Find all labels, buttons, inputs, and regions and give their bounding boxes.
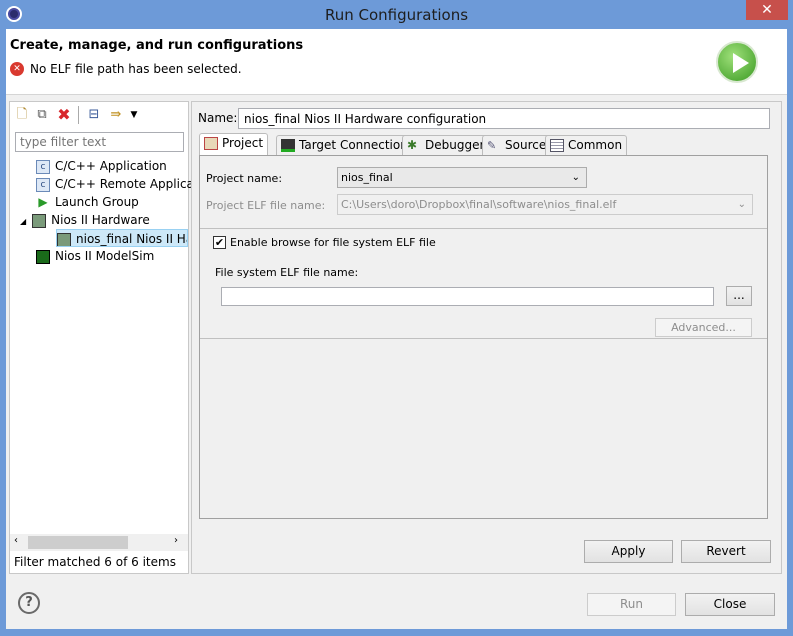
tab-label: Source: [505, 138, 547, 152]
help-icon[interactable]: ?: [18, 592, 40, 614]
advanced-button: Advanced...: [655, 318, 752, 337]
tree-item-label: nios_final Nios II Har: [76, 232, 188, 246]
tab-label: Target Connection: [299, 138, 408, 152]
run-logo-icon: [716, 41, 758, 83]
collapse-all-icon[interactable]: ⊟: [86, 107, 102, 123]
tab-target-connection[interactable]: Target Connection: [276, 135, 413, 155]
run-button: Run: [587, 593, 676, 616]
new-config-icon[interactable]: 🗋: [14, 107, 30, 123]
dialog-body: Create, manage, and run configurations ✕…: [6, 29, 787, 629]
horizontal-scrollbar[interactable]: ‹ ›: [10, 534, 188, 551]
window-close-button[interactable]: ✕: [746, 0, 788, 20]
project-name-select[interactable]: nios_final ⌄: [337, 167, 587, 188]
tab-source[interactable]: ✎ Source: [482, 135, 552, 155]
tree-item[interactable]: c C/C++ Application: [36, 157, 167, 175]
c-app-icon: c: [36, 177, 50, 192]
close-button[interactable]: Close: [685, 593, 775, 616]
tab-project[interactable]: Project: [199, 133, 269, 156]
project-name-label: Project name:: [206, 172, 283, 185]
tree-item[interactable]: c C/C++ Remote Applicat: [36, 175, 199, 193]
tree-item-label: Nios II Hardware: [51, 213, 150, 227]
toolbar-divider: [78, 106, 79, 124]
common-icon: [550, 139, 564, 152]
elf-file-select: C:\Users\doro\Dropbox\final\software\nio…: [337, 194, 753, 215]
modelsim-icon: [36, 249, 50, 264]
tree-item-selected[interactable]: nios_final Nios II Har: [56, 229, 188, 247]
target-connection-icon: [281, 139, 295, 152]
chevron-down-icon: ⌄: [737, 199, 746, 210]
tree-item-label: Launch Group: [55, 195, 139, 209]
selected-value: C:\Users\doro\Dropbox\final\software\nio…: [341, 198, 617, 211]
source-icon: ✎: [487, 139, 497, 152]
error-icon: ✕: [10, 62, 24, 76]
tab-label: Debugger: [425, 138, 485, 152]
error-message: No ELF file path has been selected.: [30, 62, 242, 76]
name-label: Name:: [198, 111, 238, 125]
project-icon: [204, 137, 218, 150]
chevron-down-icon: ⌄: [571, 172, 580, 183]
tab-label: Project: [222, 136, 264, 150]
tree-item[interactable]: Nios II ModelSim: [36, 247, 154, 265]
expand-arrow-icon[interactable]: ◢: [20, 217, 26, 226]
filter-icon[interactable]: ⇛: [108, 107, 124, 123]
duplicate-icon[interactable]: ⧉: [34, 107, 50, 123]
selected-value: nios_final: [341, 171, 393, 184]
tree-item-label: C/C++ Application: [55, 159, 167, 173]
scroll-right-icon[interactable]: ›: [174, 535, 178, 546]
tree-item-label: C/C++ Remote Applicat: [55, 177, 199, 191]
c-app-icon: c: [36, 159, 50, 174]
scroll-thumb[interactable]: [28, 536, 128, 549]
apply-button[interactable]: Apply: [584, 540, 673, 563]
launch-group-icon: ▶: [38, 194, 48, 209]
name-input[interactable]: [238, 108, 770, 129]
tree-item-label: Nios II ModelSim: [55, 249, 155, 263]
project-tab-panel: Project name: nios_final ⌄ Project ELF fi…: [199, 155, 768, 519]
dropdown-icon[interactable]: ▼: [126, 107, 142, 123]
header-title: Create, manage, and run configurations: [10, 38, 304, 53]
browse-checkbox-label: Enable browse for file system ELF file: [230, 236, 436, 249]
scroll-left-icon[interactable]: ‹: [14, 535, 18, 546]
browse-button[interactable]: ...: [726, 286, 752, 306]
config-tree-panel: 🗋 ⧉ ✖ ⊟ ⇛ ▼ c C/C++ Application c C/C++ Re…: [9, 101, 199, 574]
tab-common[interactable]: Common: [545, 135, 628, 155]
tab-label: Common: [568, 138, 623, 152]
elf-file-label: Project ELF file name:: [206, 199, 326, 212]
tab-debugger[interactable]: ✱ Debugger: [402, 135, 490, 155]
filter-status: Filter matched 6 of 6 items: [14, 555, 176, 569]
config-editor: Name: Project Target Connection ✱ Debugge…: [191, 101, 782, 574]
fs-elf-group: ✔ Enable browse for file system ELF file…: [200, 228, 767, 339]
nios-hardware-icon: [57, 232, 71, 246]
window-title: Run Configurations: [324, 6, 469, 24]
fs-elf-input[interactable]: [221, 287, 714, 306]
fs-elf-label: File system ELF file name:: [215, 266, 359, 279]
tree-item[interactable]: ◢ Nios II Hardware: [20, 211, 150, 229]
browse-checkbox[interactable]: ✔: [213, 236, 226, 249]
nios-hardware-icon: [32, 213, 47, 228]
debugger-bug-icon: ✱: [407, 138, 418, 152]
filter-input[interactable]: [15, 132, 184, 152]
revert-button[interactable]: Revert: [681, 540, 771, 563]
delete-icon[interactable]: ✖: [56, 107, 72, 123]
dialog-header: Create, manage, and run configurations ✕…: [6, 29, 787, 95]
tree-item[interactable]: ▶ Launch Group: [36, 193, 139, 211]
